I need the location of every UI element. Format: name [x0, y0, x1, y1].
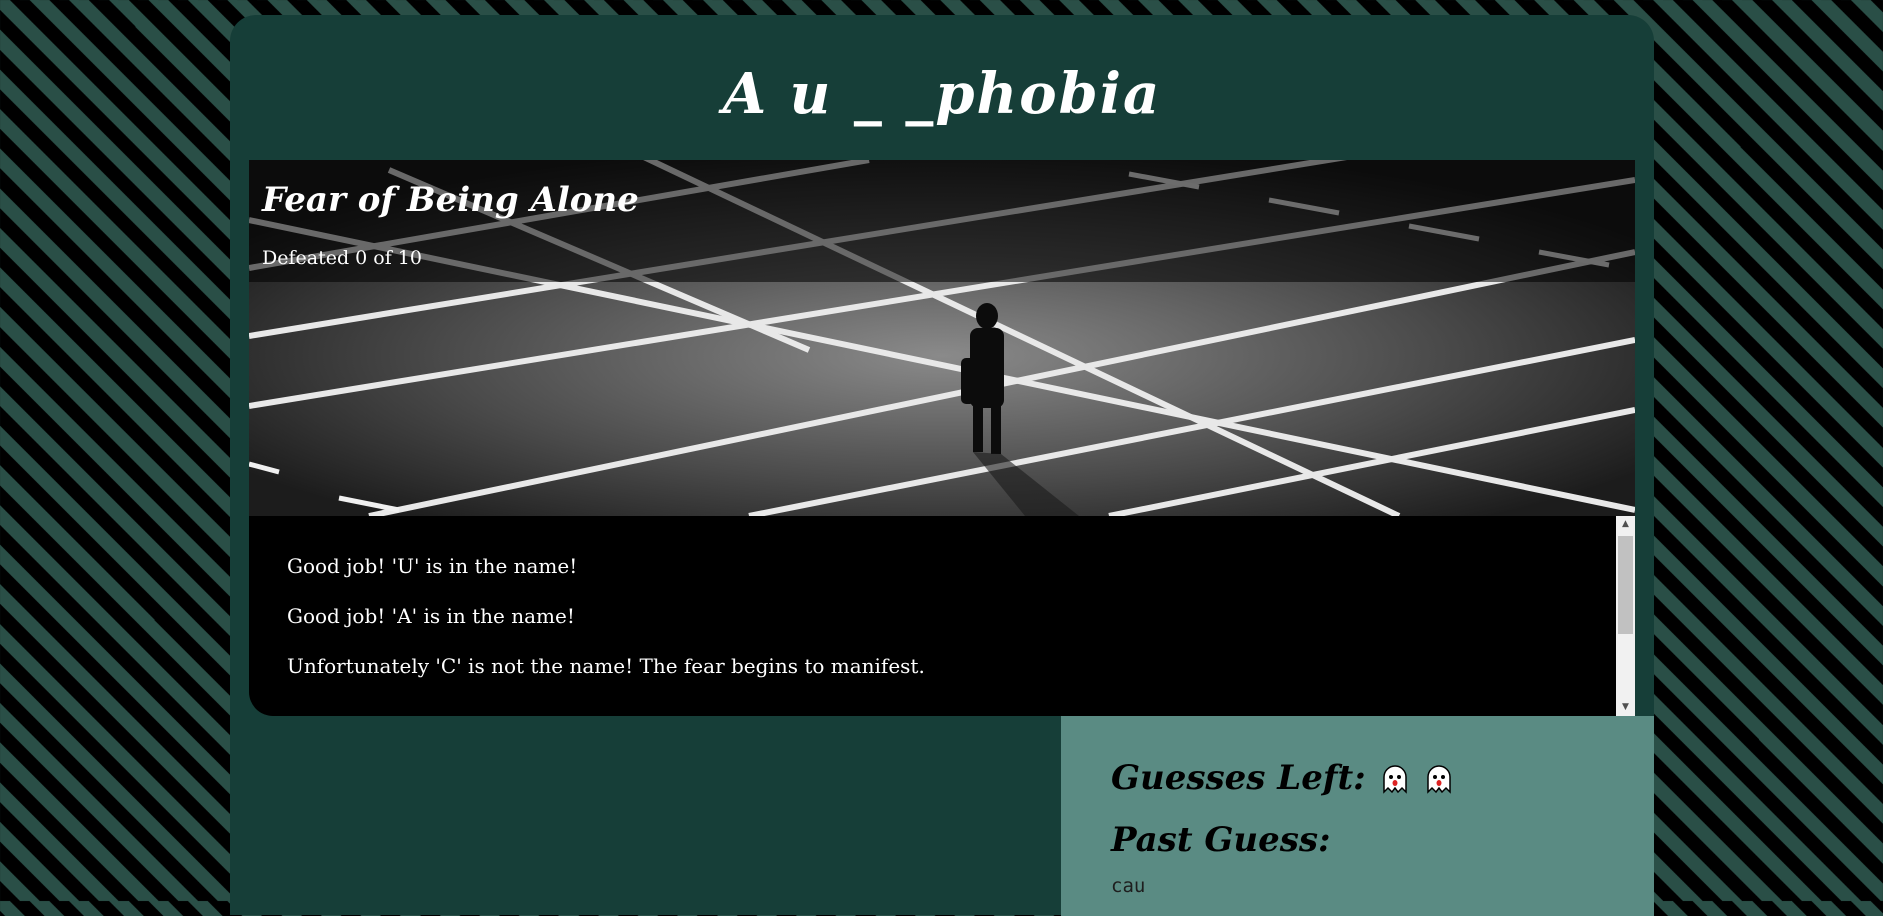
ghost-icon [1380, 763, 1410, 794]
past-guess-value: cau [1111, 875, 1146, 897]
hero-overlay [249, 160, 1635, 282]
message-item: Unfortunately 'C' is not the name! The f… [287, 654, 925, 678]
guesses-left-label: Guesses Left: [1111, 758, 1366, 798]
scroll-thumb[interactable] [1618, 536, 1633, 634]
message-item: Good job! 'U' is in the name! [287, 554, 578, 578]
phobia-name: Fear of Being Alone [262, 180, 639, 220]
game-card: A u _ _phobia Fear of Being Alone Defeat… [230, 15, 1654, 916]
message-log[interactable]: Good job! 'U' is in the name! Good job! … [249, 516, 1635, 716]
phobia-hero: Fear of Being Alone Defeated 0 of 10 [249, 160, 1635, 516]
site-title: A u _ _phobia [722, 61, 1162, 127]
past-guess-label: Past Guess: [1111, 820, 1331, 860]
message-list: Good job! 'U' is in the name! Good job! … [287, 554, 1605, 704]
guesses-left-row: Guesses Left: [1111, 758, 1454, 798]
scroll-down-arrow-icon[interactable]: ▼ [1616, 699, 1635, 716]
status-panel: Guesses Left: Past Guess: cau [1061, 716, 1654, 916]
defeated-counter: Defeated 0 of 10 [262, 247, 422, 269]
message-item: Good job! 'A' is in the name! [287, 604, 575, 628]
ghost-icon [1424, 763, 1454, 794]
scroll-up-arrow-icon[interactable]: ▲ [1616, 516, 1635, 533]
log-scrollbar[interactable]: ▲ ▼ [1616, 516, 1635, 716]
